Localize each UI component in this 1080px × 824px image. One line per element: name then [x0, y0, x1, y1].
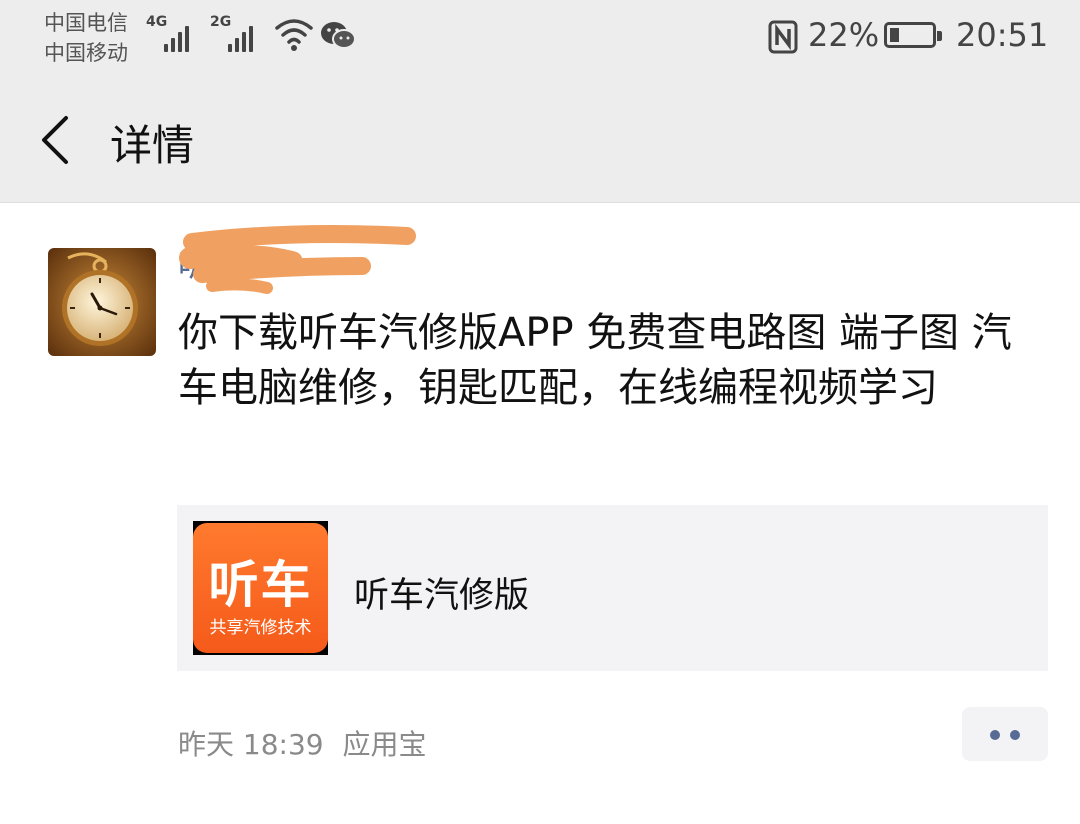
- signal-icon-2: 2G: [210, 14, 264, 54]
- chevron-left-icon: [42, 116, 68, 164]
- pocket-watch-icon: [48, 248, 156, 356]
- wifi-icon: [275, 19, 313, 51]
- more-actions-button[interactable]: [962, 707, 1048, 761]
- post-content: 你下载听车汽修版APP 免费查电路图 端子图 汽车电脑维修，钥匙匹配，在线编程视…: [178, 310, 1012, 411]
- app-icon: 听车 共享汽修技术: [193, 521, 328, 655]
- shared-app-card[interactable]: 听车 共享汽修技术 听车汽修版: [177, 505, 1048, 671]
- wechat-icon: [321, 22, 356, 49]
- nfc-icon: [768, 20, 798, 54]
- nav-bar: 详情: [0, 80, 1080, 203]
- app-icon-text: 听车: [208, 556, 313, 614]
- post-time: 昨天 18:39: [178, 728, 324, 761]
- battery-icon: [884, 22, 942, 48]
- signal-icon: 4G: [146, 14, 200, 54]
- avatar[interactable]: [48, 248, 156, 356]
- battery-fill: [890, 28, 899, 42]
- carrier-2: 中国移动: [44, 41, 128, 65]
- page-title: 详情: [110, 121, 195, 170]
- post-source[interactable]: 应用宝: [343, 728, 427, 761]
- battery-percent: 22%: [808, 16, 880, 54]
- card-title: 听车汽修版: [354, 576, 530, 616]
- post-meta: 昨天 18:39 应用宝: [178, 723, 437, 763]
- dot-icon: [1010, 730, 1020, 740]
- carrier-names: 中国电信 中国移动: [44, 8, 128, 68]
- app-icon-subtext: 共享汽修技术: [209, 618, 312, 638]
- clock: 20:51: [956, 16, 1049, 54]
- redaction-scribble: [179, 225, 416, 294]
- dot-icon: [990, 730, 1000, 740]
- carrier-1: 中国电信: [44, 11, 128, 35]
- back-button[interactable]: [30, 106, 80, 176]
- status-bar: 中国电信 中国移动 4G 2G 22% 20:51: [0, 0, 1080, 80]
